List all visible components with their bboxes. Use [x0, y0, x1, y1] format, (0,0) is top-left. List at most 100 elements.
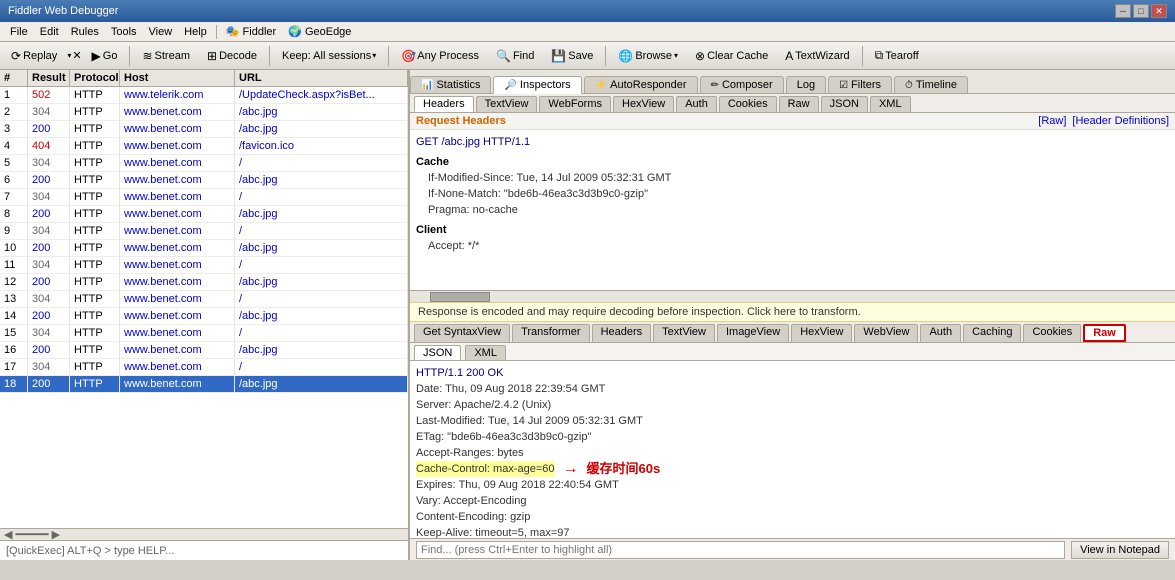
session-row[interactable]: 10 200 HTTP www.benet.com /abc.jpg	[0, 240, 408, 257]
stream-button[interactable]: ≋ Stream	[135, 46, 197, 66]
resp-tab-cookies[interactable]: Cookies	[1023, 324, 1081, 342]
statistics-icon: 📊	[421, 80, 433, 91]
menu-file[interactable]: File	[4, 24, 34, 40]
session-url: /abc.jpg	[235, 206, 408, 222]
menu-tools[interactable]: Tools	[105, 24, 143, 40]
save-button[interactable]: 💾 Save	[544, 46, 600, 66]
session-row[interactable]: 8 200 HTTP www.benet.com /abc.jpg	[0, 206, 408, 223]
req-tab-cookies[interactable]: Cookies	[719, 96, 777, 112]
menu-view[interactable]: View	[143, 24, 179, 40]
req-tab-raw[interactable]: Raw	[779, 96, 819, 112]
headers-horizontal-scrollbar[interactable]	[410, 290, 1175, 302]
session-result: 502	[28, 87, 70, 103]
req-tab-hexview[interactable]: HexView	[613, 96, 674, 112]
req-tab-auth[interactable]: Auth	[676, 96, 717, 112]
clearcache-icon: ⊗	[695, 49, 705, 63]
session-row[interactable]: 3 200 HTTP www.benet.com /abc.jpg	[0, 121, 408, 138]
session-host: www.benet.com	[120, 274, 235, 290]
session-row[interactable]: 15 304 HTTP www.benet.com /	[0, 325, 408, 342]
session-num: 8	[0, 206, 28, 222]
session-row[interactable]: 11 304 HTTP www.benet.com /	[0, 257, 408, 274]
scrollbar-thumb[interactable]	[430, 292, 490, 302]
keep-sessions-label: Keep: All sessions	[282, 50, 371, 62]
find-input[interactable]	[416, 541, 1065, 559]
session-row[interactable]: 5 304 HTTP www.benet.com /	[0, 155, 408, 172]
resp-line-date: Date: Thu, 09 Aug 2018 22:39:54 GMT	[416, 381, 1169, 397]
menu-help[interactable]: Help	[178, 24, 213, 40]
session-row[interactable]: 6 200 HTTP www.benet.com /abc.jpg	[0, 172, 408, 189]
tab-autoresponder[interactable]: ⚡ AutoResponder	[584, 76, 698, 93]
response-notification-bar[interactable]: Response is encoded and may require deco…	[410, 302, 1175, 322]
any-process-button[interactable]: 🎯 Any Process	[394, 46, 486, 66]
session-row[interactable]: 14 200 HTTP www.benet.com /abc.jpg	[0, 308, 408, 325]
resp-tab-imageview[interactable]: ImageView	[717, 324, 789, 342]
req-tab-xml[interactable]: XML	[870, 96, 911, 112]
menu-geoedge[interactable]: 🌍 GeoEdge	[282, 23, 357, 40]
req-tab-headers[interactable]: Headers	[414, 96, 474, 112]
session-panel-scrollbar[interactable]: ◀ ━━━━━ ▶	[0, 528, 408, 540]
clearcache-button[interactable]: ⊗ Clear Cache	[688, 46, 775, 66]
response-json-xml-bar: JSON XML	[410, 343, 1175, 361]
resp-line-vary: Vary: Accept-Encoding	[416, 493, 1169, 509]
replay-label: Replay	[23, 50, 57, 62]
resp-tab-hexview[interactable]: HexView	[791, 324, 852, 342]
resp-tab-headers[interactable]: Headers	[592, 324, 652, 342]
close-button[interactable]: ✕	[1151, 4, 1167, 18]
session-row[interactable]: 7 304 HTTP www.benet.com /	[0, 189, 408, 206]
main-tab-bar: 📊 Statistics 🔎 Inspectors ⚡ AutoResponde…	[410, 70, 1175, 94]
resp-tab-textview[interactable]: TextView	[653, 324, 715, 342]
tearoff-button[interactable]: ⧉ Tearoff	[868, 45, 926, 66]
tab-filters[interactable]: ☑ Filters	[828, 76, 892, 93]
title-bar-title: Fiddler Web Debugger	[8, 5, 118, 17]
session-row[interactable]: 1 502 HTTP www.telerik.com /UpdateCheck.…	[0, 87, 408, 104]
replay-dropdown[interactable]: ▾ ✕	[67, 49, 81, 62]
view-notepad-button[interactable]: View in Notepad	[1071, 541, 1169, 559]
session-row[interactable]: 9 304 HTTP www.benet.com /	[0, 223, 408, 240]
toolbar-sep-5	[862, 46, 863, 66]
session-row[interactable]: 4 404 HTTP www.benet.com /favicon.ico	[0, 138, 408, 155]
session-host: www.telerik.com	[120, 87, 235, 103]
req-tab-textview[interactable]: TextView	[476, 96, 538, 112]
resp-tab-webview[interactable]: WebView	[854, 324, 918, 342]
resp-xml-tab[interactable]: XML	[465, 345, 506, 360]
clearcache-label: Clear Cache	[707, 50, 768, 62]
tab-timeline[interactable]: ⏱ Timeline	[894, 76, 968, 93]
session-row[interactable]: 12 200 HTTP www.benet.com /abc.jpg	[0, 274, 408, 291]
session-row[interactable]: 2 304 HTTP www.benet.com /abc.jpg	[0, 104, 408, 121]
resp-tab-auth[interactable]: Auth	[920, 324, 961, 342]
session-list: 1 502 HTTP www.telerik.com /UpdateCheck.…	[0, 87, 408, 528]
resp-tab-syntaxview[interactable]: Get SyntaxView	[414, 324, 510, 342]
tab-statistics-label: Statistics	[436, 79, 480, 91]
session-row[interactable]: 13 304 HTTP www.benet.com /	[0, 291, 408, 308]
replay-dropdown-arrow[interactable]: ▾	[67, 51, 71, 60]
raw-link[interactable]: [Raw]	[1038, 115, 1066, 127]
session-row[interactable]: 18 200 HTTP www.benet.com /abc.jpg	[0, 376, 408, 393]
tab-log[interactable]: Log	[786, 76, 826, 93]
req-tab-webforms[interactable]: WebForms	[539, 96, 611, 112]
keep-sessions-button[interactable]: Keep: All sessions ▾	[275, 47, 383, 65]
tab-inspectors[interactable]: 🔎 Inspectors	[493, 76, 581, 94]
tab-autoresponder-label: AutoResponder	[610, 79, 686, 91]
session-row[interactable]: 16 200 HTTP www.benet.com /abc.jpg	[0, 342, 408, 359]
go-button[interactable]: ▶ Go	[85, 46, 125, 66]
menu-edit[interactable]: Edit	[34, 24, 65, 40]
session-row[interactable]: 17 304 HTTP www.benet.com /	[0, 359, 408, 376]
textwizard-button[interactable]: A TextWizard	[778, 46, 856, 66]
resp-json-tab[interactable]: JSON	[414, 345, 461, 360]
menu-fiddler[interactable]: 🎭 Fiddler	[220, 23, 282, 40]
browse-button[interactable]: 🌐 Browse ▾	[611, 46, 685, 66]
tab-composer[interactable]: ✏ Composer	[700, 76, 784, 93]
menu-rules[interactable]: Rules	[65, 24, 105, 40]
resp-tab-raw[interactable]: Raw	[1083, 324, 1126, 342]
req-tab-json[interactable]: JSON	[821, 96, 868, 112]
tab-statistics[interactable]: 📊 Statistics	[410, 76, 491, 93]
find-button[interactable]: 🔍 Find	[489, 46, 541, 66]
resp-tab-transformer[interactable]: Transformer	[512, 324, 590, 342]
maximize-button[interactable]: □	[1133, 4, 1149, 18]
replay-button[interactable]: ⟳ Replay	[4, 46, 64, 66]
header-definitions-link[interactable]: [Header Definitions]	[1072, 115, 1169, 127]
session-url: /abc.jpg	[235, 240, 408, 256]
minimize-button[interactable]: ─	[1115, 4, 1131, 18]
resp-tab-caching[interactable]: Caching	[963, 324, 1021, 342]
decode-button[interactable]: ⊞ Decode	[200, 46, 264, 66]
